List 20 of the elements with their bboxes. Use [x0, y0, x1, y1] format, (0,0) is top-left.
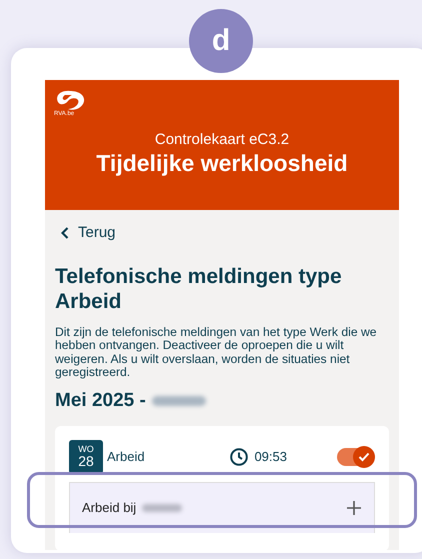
chevron-left-icon: [61, 226, 69, 238]
clock-icon: [230, 448, 248, 466]
entry-time: 09:53: [254, 449, 287, 464]
redacted-blur: [142, 504, 182, 512]
toggle-switch[interactable]: [337, 448, 373, 466]
date-tile: WO 28: [69, 440, 103, 474]
expandable-row[interactable]: Arbeid bij: [69, 482, 375, 532]
app-subtitle: Controlekaart eC3.2: [154, 131, 290, 148]
step-badge: d: [189, 9, 253, 73]
entry-type: Arbeid: [107, 449, 146, 464]
redacted-blur: [152, 396, 206, 406]
app-title: Tijdelijke werkloosheid: [96, 150, 348, 177]
page-heading: Telefonische meldingen type Arbeid: [55, 264, 343, 314]
plus-icon[interactable]: [346, 500, 362, 516]
check-icon: [358, 452, 370, 462]
month-heading: Mei 2025 -: [55, 390, 146, 412]
description-text: Dit zijn de telefonische meldingen van het type Werk die we hebben ontvangen. Deactiveer de oproepen die u wilt weigeren. Als u wilt overslaan, worden de situaties niet geregistreerd.: [55, 326, 378, 380]
logo-icon: [54, 90, 86, 112]
detail-label: Arbeid bij: [82, 500, 136, 515]
back-link[interactable]: Terug: [55, 224, 116, 241]
